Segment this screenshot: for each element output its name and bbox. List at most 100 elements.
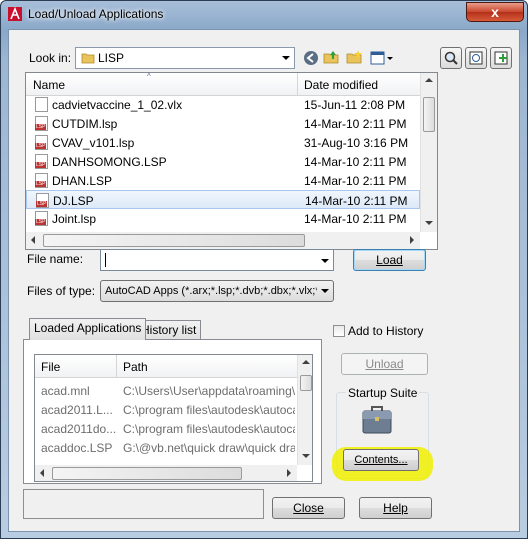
file-date-cell: 15-Jun-11 2:08 PM [304, 98, 406, 112]
add-to-history-checkbox[interactable] [333, 325, 345, 337]
unload-label: Unload [365, 357, 404, 371]
scroll-right-icon[interactable] [287, 469, 291, 477]
files-of-type-label: Files of type: [27, 284, 96, 298]
look-in-combo[interactable]: LISP [75, 47, 295, 69]
file-date-cell: 31-Aug-10 3:16 PM [304, 136, 409, 150]
column-name-header[interactable]: Name [33, 78, 65, 92]
tab-history-label: History list [141, 323, 197, 337]
text-cursor [105, 253, 106, 267]
scroll-right-icon[interactable] [410, 236, 414, 244]
file-name-cell: CVAV_v101.lsp [52, 136, 135, 150]
loaded-apps-list[interactable]: File Path acad.mnl C:\Users\User\appdata\… [34, 354, 313, 482]
column-date-header[interactable]: Date modified [304, 78, 378, 92]
add-to-history-label: Add to History [348, 324, 424, 338]
close-button[interactable]: Close [272, 497, 345, 519]
file-row[interactable]: cadvietvaccine_1_02.vlx 15-Jun-11 2:08 PM [26, 95, 420, 114]
column-path-header[interactable]: Path [123, 360, 148, 374]
file-icon [36, 193, 49, 208]
new-folder-icon[interactable] [346, 49, 362, 65]
file-list-vscroll[interactable] [420, 73, 437, 232]
loaded-path-cell: C:\program files\autodesk\autocad ... [123, 403, 295, 417]
tab-loaded-applications[interactable]: Loaded Applications [29, 318, 147, 340]
scroll-left-icon[interactable] [31, 236, 35, 244]
column-separator [297, 73, 298, 95]
help-label: Help [383, 501, 408, 515]
scroll-up-icon[interactable] [425, 78, 433, 82]
file-list-hscroll[interactable] [26, 232, 420, 249]
file-date-cell: 14-Mar-10 2:11 PM [304, 117, 407, 131]
add-favorites-button[interactable] [490, 47, 512, 69]
hscroll-thumb[interactable] [52, 467, 242, 480]
briefcase-icon [362, 406, 392, 434]
unload-button[interactable]: Unload [341, 353, 428, 375]
file-icon [35, 154, 48, 169]
scroll-down-icon[interactable] [425, 221, 433, 225]
up-folder-icon[interactable] [323, 49, 339, 65]
loaded-file-cell: acad.mnl [41, 384, 90, 398]
file-list-header: Name ^ Date modified [26, 73, 420, 96]
loaded-path-cell: G:\@vb.net\quick draw\quick draw [123, 441, 295, 455]
scroll-left-icon[interactable] [40, 469, 44, 477]
loaded-app-row[interactable]: acad2011do... C:\program files\autodesk\a… [35, 419, 297, 438]
loaded-vscroll[interactable] [297, 355, 312, 465]
loaded-app-row[interactable]: acad.mnl C:\Users\User\appdata\roaming\a.… [35, 381, 297, 400]
search-web-button[interactable] [465, 47, 487, 69]
file-row[interactable]: DANHSOMONG.LSP 14-Mar-10 2:11 PM [26, 152, 420, 171]
window-title: Load/Unload Applications [28, 7, 164, 21]
loaded-file-cell: acad2011do... [41, 422, 116, 436]
chevron-down-icon [321, 289, 329, 293]
scroll-up-icon[interactable] [302, 360, 310, 364]
scroll-thumb[interactable] [423, 97, 435, 132]
load-button[interactable]: Load [353, 249, 426, 271]
dialog-window: Load/Unload Applications x Look in: LISP [0, 0, 528, 539]
file-name-input[interactable] [100, 249, 334, 271]
file-date-cell: 14-Mar-10 2:11 PM [304, 155, 407, 169]
status-box [23, 489, 264, 519]
chevron-down-icon[interactable] [321, 259, 329, 263]
file-name-cell: DANHSOMONG.LSP [52, 155, 167, 169]
autocad-app-icon [8, 7, 22, 21]
file-row[interactable]: DHAN.LSP 14-Mar-10 2:11 PM [26, 171, 420, 190]
loaded-file-cell: acaddoc.LSP [41, 441, 113, 455]
files-of-type-value: AutoCAD Apps (*.arx;*.lsp;*.dvb;*.dbx;*.… [105, 285, 317, 297]
help-button[interactable]: Help [359, 497, 432, 519]
file-date-cell: 14-Mar-10 2:11 PM [304, 212, 407, 226]
file-name-cell: cadvietvaccine_1_02.vlx [52, 98, 183, 112]
tab-loaded-label: Loaded Applications [34, 321, 142, 335]
file-row[interactable]: DJ.LSP 14-Mar-10 2:11 PM [26, 190, 420, 209]
contents-button[interactable]: Contents... [343, 449, 419, 471]
close-glyph: x [491, 4, 499, 20]
file-row[interactable]: CVAV_v101.lsp 31-Aug-10 3:16 PM [26, 133, 420, 152]
loaded-path-cell: C:\program files\autodesk\autocad ... [123, 422, 295, 436]
back-icon[interactable] [303, 50, 319, 66]
column-separator [116, 355, 117, 377]
files-of-type-combo[interactable]: AutoCAD Apps (*.arx;*.lsp;*.dvb;*.dbx;*.… [100, 280, 334, 302]
window-close-button[interactable]: x [466, 2, 524, 22]
scroll-down-icon[interactable] [302, 454, 310, 458]
hscroll-thumb[interactable] [43, 234, 305, 247]
contents-label: Contents... [354, 454, 408, 466]
loaded-app-row[interactable]: acaddoc.LSP G:\@vb.net\quick draw\quick d… [35, 438, 297, 457]
dialog-body: Look in: LISP Name ^ Date modified cadvi… [8, 29, 520, 532]
find-button[interactable] [440, 47, 462, 69]
chevron-down-icon [282, 56, 290, 60]
file-row[interactable]: CUTDIM.lsp 14-Mar-10 2:11 PM [26, 114, 420, 133]
find-icon [444, 51, 458, 65]
file-name-cell: DHAN.LSP [52, 174, 113, 188]
loaded-app-row[interactable]: acad2011.L... C:\program files\autodesk\a… [35, 400, 297, 419]
file-list[interactable]: Name ^ Date modified cadvietvaccine_1_02… [25, 72, 438, 250]
file-icon [35, 97, 48, 112]
look-in-label: Look in: [29, 51, 72, 65]
loaded-file-cell: acad2011.L... [41, 403, 113, 417]
column-file-header[interactable]: File [41, 360, 60, 374]
loaded-path-cell: C:\Users\User\appdata\roaming\a... [123, 384, 295, 398]
title-bar[interactable]: Load/Unload Applications x [1, 1, 527, 29]
scroll-thumb[interactable] [300, 375, 312, 391]
web-icon [469, 51, 483, 65]
file-date-cell: 14-Mar-10 2:11 PM [305, 194, 408, 208]
views-icon[interactable] [370, 50, 394, 66]
loaded-hscroll[interactable] [35, 465, 297, 481]
file-date-cell: 14-Mar-10 2:11 PM [304, 174, 407, 188]
file-row[interactable]: Joint.lsp 14-Mar-10 2:11 PM [26, 209, 420, 228]
favorites-icon [494, 51, 508, 65]
